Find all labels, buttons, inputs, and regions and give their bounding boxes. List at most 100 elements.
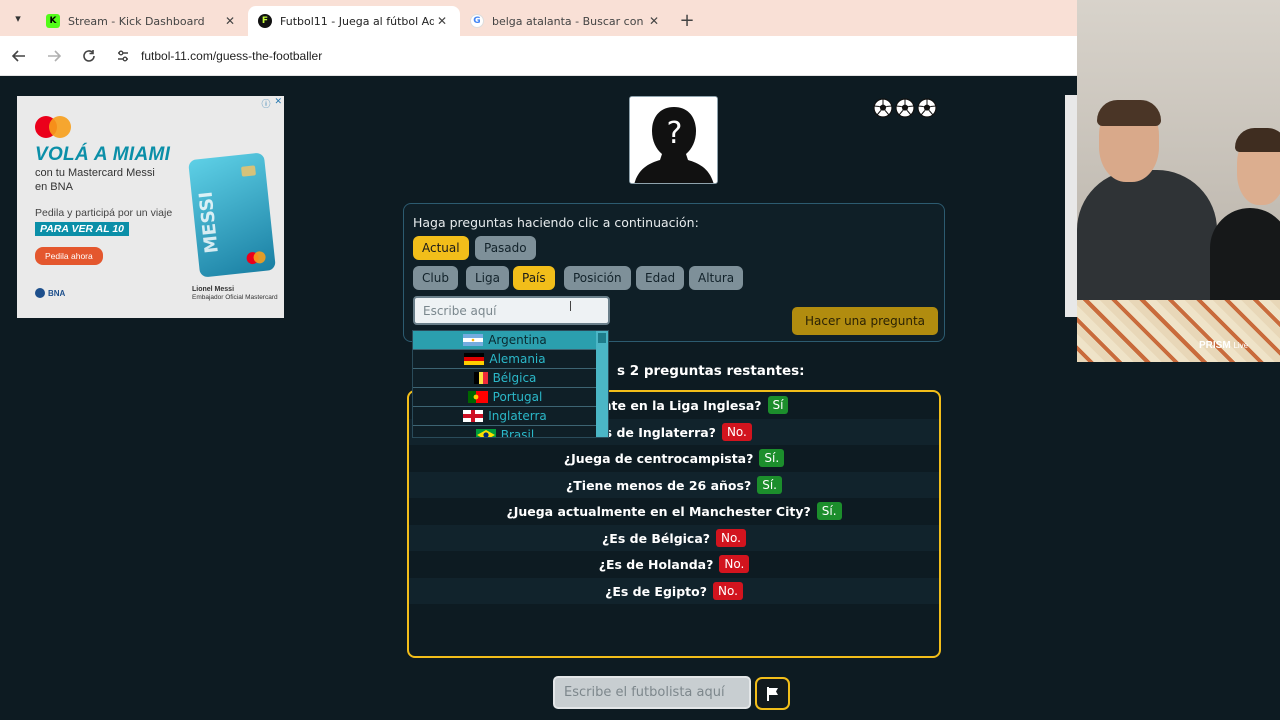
answer-badge: Sí. [759, 449, 785, 467]
lives-indicator [873, 98, 937, 118]
category-edad[interactable]: Edad [636, 266, 685, 290]
tab-title: Futbol11 - Juega al fútbol Adivin [280, 14, 434, 28]
info-icon[interactable]: ⓘ [261, 97, 270, 110]
prism-live-watermark: PRISM Live [1199, 340, 1248, 351]
category-pais[interactable]: País [513, 266, 555, 290]
belgium-flag-icon [473, 372, 488, 384]
answer-question: ¿Juega actualmente en el Manchester City… [506, 503, 811, 519]
reload-icon [83, 49, 95, 62]
tab-futbol11[interactable]: F Futbol11 - Juega al fútbol Adivin ✕ [248, 6, 460, 36]
answer-badge: Sí. [816, 502, 842, 520]
tab-search-button[interactable]: ▾ [0, 0, 36, 36]
ad-info[interactable]: ⓘ ✕ [261, 97, 282, 110]
answer-question: ¿Tiene menos de 26 años? [566, 477, 752, 493]
scrollbar-thumb[interactable] [598, 333, 606, 343]
page-scroll-edge [1065, 95, 1077, 317]
filter-actual[interactable]: Actual [413, 236, 469, 260]
argentina-flag-icon [463, 334, 484, 346]
country-name: Bélgica [492, 371, 537, 385]
question-prompt: Haga preguntas haciendo clic a continuac… [413, 215, 699, 230]
country-name: Alemania [489, 352, 546, 366]
answer-row: ¿Tiene menos de 26 años? Sí. [409, 472, 939, 498]
brazil-flag-icon [475, 429, 496, 437]
dropdown-scrollbar[interactable] [596, 331, 608, 437]
germany-flag-icon [464, 353, 485, 365]
country-option-belgica[interactable]: Bélgica [413, 369, 597, 388]
guess-input[interactable]: Escribe el futbolista aquí [553, 676, 751, 709]
category-posicion[interactable]: Posición [564, 266, 631, 290]
prism-suffix: Live [1233, 341, 1249, 350]
prism-brand: PRISM [1199, 340, 1231, 351]
close-icon[interactable]: ✕ [274, 97, 282, 110]
ad-promo: PARA VER AL 10 [35, 222, 130, 236]
country-option-brasil[interactable]: Brasil [413, 426, 597, 438]
country-option-portugal[interactable]: Portugal [413, 388, 597, 407]
tune-icon [118, 50, 128, 61]
answer-badge: No. [721, 423, 752, 441]
ad-headline: VOLÁ A MIAMI [35, 144, 171, 165]
right-background [1077, 362, 1280, 720]
ask-question-button[interactable]: Hacer una pregunta [792, 307, 938, 335]
ad-cta-button[interactable]: Pedila ahora [35, 247, 103, 265]
answer-row: ¿Juega actualmente en el Manchester City… [409, 498, 939, 524]
answer-row: ¿Es de Bélgica? No. [409, 525, 939, 551]
arrow-right-icon [48, 49, 61, 62]
answer-question: ¿Es de Holanda? [598, 556, 714, 572]
address-bar: futbol-11.com/guess-the-footballer [0, 36, 1077, 76]
country-dropdown[interactable]: Argentina Alemania Bélgica Portugal Ingl… [412, 330, 609, 438]
tab-kick[interactable]: K Stream - Kick Dashboard ✕ [36, 6, 248, 36]
arrow-left-icon [12, 49, 25, 62]
silhouette-icon: ? [630, 97, 717, 183]
country-name: Inglaterra [488, 409, 547, 423]
question-input[interactable]: Escribe aquí [413, 296, 610, 325]
answer-badge: Sí. [757, 476, 782, 494]
soccer-ball-icon [895, 98, 915, 118]
country-list: Argentina Alemania Bélgica Portugal Ingl… [413, 331, 597, 438]
portugal-flag-icon [467, 391, 488, 403]
answer-badge: No. [712, 582, 743, 600]
ad-caption: Lionel Messi Embajador Oficial Mastercar… [192, 286, 278, 302]
card-text: MESSI [195, 190, 223, 255]
category-liga[interactable]: Liga [466, 266, 509, 290]
answer-row: ¿Es de Holanda? No. [409, 551, 939, 577]
answer-row: ¿Es de Egipto? No. [409, 578, 939, 604]
soccer-ball-icon [917, 98, 937, 118]
new-tab-button[interactable]: + [672, 10, 702, 31]
caption-role: Embajador Oficial Mastercard [192, 294, 278, 301]
answer-question: ¿Juega de centrocampista? [563, 450, 754, 466]
ad-subtitle-line: con tu Mastercard Messi [35, 167, 155, 179]
close-icon[interactable]: ✕ [646, 14, 662, 28]
answer-badge: Sí [767, 396, 789, 414]
forward-button[interactable] [38, 40, 70, 72]
url-text[interactable]: futbol-11.com/guess-the-footballer [141, 49, 322, 63]
bna-logo: BNA [35, 288, 65, 298]
category-altura[interactable]: Altura [689, 266, 744, 290]
close-icon[interactable]: ✕ [222, 14, 238, 28]
mystery-player-avatar: ? [629, 96, 718, 184]
reload-button[interactable] [73, 40, 105, 72]
soccer-ball-icon [873, 98, 893, 118]
text-cursor-icon [570, 301, 573, 311]
tab-title: belga atalanta - Buscar con Google [492, 14, 646, 28]
answer-badge: No. [719, 555, 750, 573]
category-club[interactable]: Club [413, 266, 458, 290]
webcam-overlay: PRISM Live [1077, 0, 1280, 362]
answer-question: ¿Es de Bélgica? [602, 530, 711, 546]
country-option-argentina[interactable]: Argentina [413, 331, 597, 350]
country-name: Brasil [500, 428, 535, 438]
answer-question: ¿Es de Egipto? [605, 583, 707, 599]
tab-google[interactable]: G belga atalanta - Buscar con Google ✕ [460, 6, 672, 36]
filter-pasado[interactable]: Pasado [475, 236, 536, 260]
back-button[interactable] [3, 40, 35, 72]
country-name: Portugal [492, 390, 543, 404]
remaining-questions: s 2 preguntas restantes: [617, 363, 805, 379]
ad-banner[interactable]: ⓘ ✕ VOLÁ A MIAMI con tu Mastercard Messi… [17, 96, 284, 318]
country-option-inglaterra[interactable]: Inglaterra [413, 407, 597, 426]
give-up-button[interactable] [755, 677, 790, 710]
country-option-alemania[interactable]: Alemania [413, 350, 597, 369]
close-icon[interactable]: ✕ [434, 14, 450, 28]
country-name: Argentina [488, 333, 547, 347]
ad-subtitle-line: en BNA [35, 181, 73, 193]
ad-description: Pedila y participá por un viaje [35, 207, 173, 219]
site-info-button[interactable] [111, 44, 135, 68]
